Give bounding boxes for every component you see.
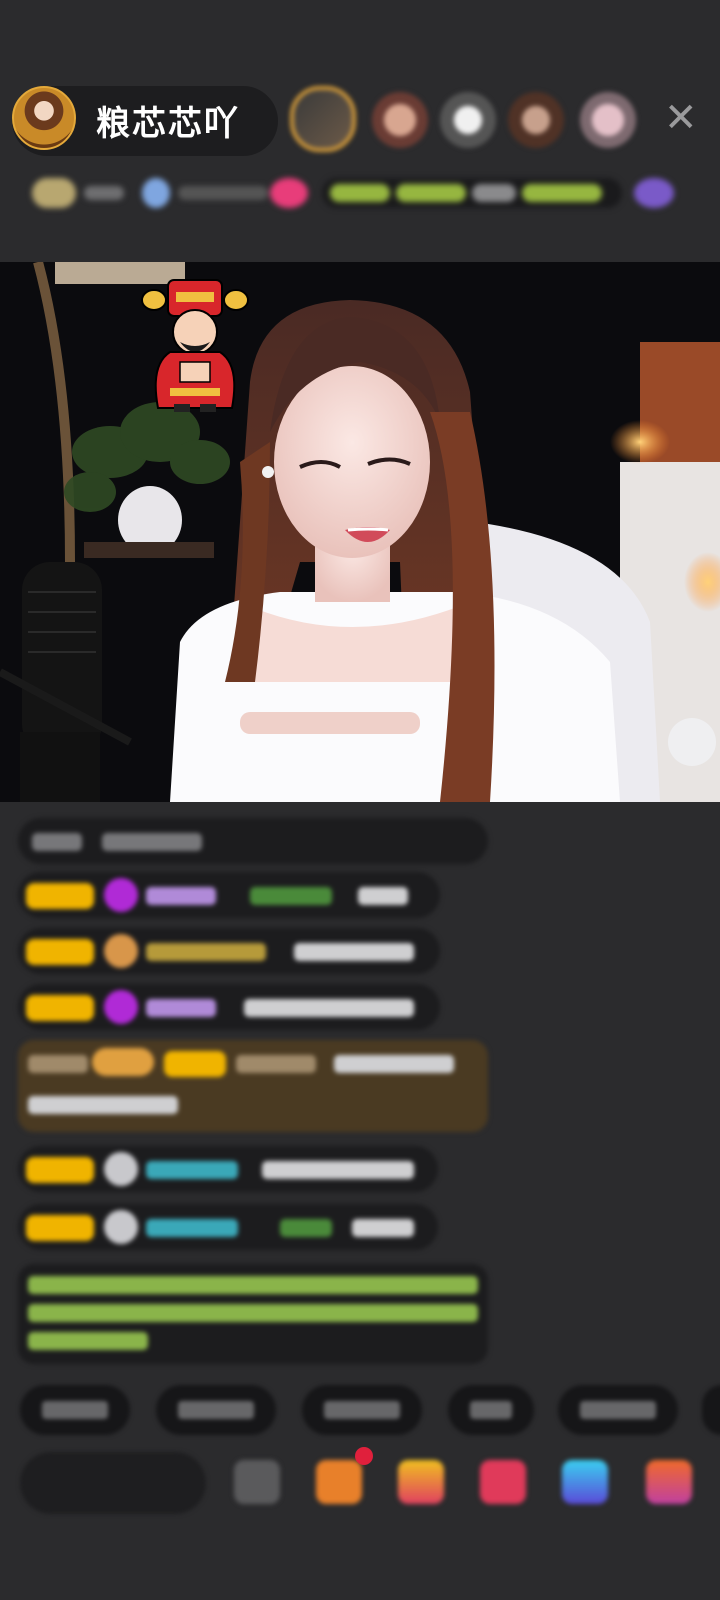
system-notice (18, 1264, 488, 1364)
red-packet-icon[interactable] (398, 1460, 444, 1504)
quick-reply-chip[interactable] (156, 1385, 276, 1435)
chat-message (18, 984, 440, 1030)
quick-reply-chip[interactable] (558, 1385, 678, 1435)
gift-icon[interactable] (646, 1460, 692, 1504)
chat-gift-message (18, 1040, 488, 1132)
host-badges-row (22, 172, 702, 216)
quick-reply-chip[interactable] (448, 1385, 534, 1435)
gift-box-icon[interactable] (316, 1460, 362, 1504)
god-of-wealth-sticker (141, 279, 249, 412)
game-icon[interactable] (562, 1460, 608, 1504)
viewer-avatar-4[interactable] (508, 92, 564, 148)
chat-message (18, 1204, 438, 1250)
chat-input[interactable] (20, 1452, 206, 1514)
heart-gift-icon[interactable] (480, 1460, 526, 1504)
viewer-avatar-1[interactable] (290, 86, 356, 152)
streamer-avatar[interactable] (12, 86, 76, 150)
quick-reply-chip[interactable] (702, 1385, 720, 1435)
quick-reply-chip[interactable] (20, 1385, 130, 1435)
viewer-avatar-5[interactable] (580, 92, 636, 148)
chat-message (18, 928, 440, 974)
live-video[interactable] (0, 262, 720, 802)
quick-reply-chip[interactable] (302, 1385, 422, 1435)
streamer-name[interactable]: 粮芯芯吖 (96, 96, 240, 145)
video-frame (0, 262, 720, 802)
viewer-avatar-3[interactable] (440, 92, 496, 148)
close-icon[interactable]: ✕ (664, 98, 698, 138)
chat-message (18, 872, 440, 918)
keyboard-icon[interactable] (234, 1460, 280, 1504)
viewer-avatar-2[interactable] (372, 92, 428, 148)
chat-notice (18, 818, 488, 864)
chat-message (18, 1146, 438, 1192)
notification-dot (355, 1447, 373, 1465)
